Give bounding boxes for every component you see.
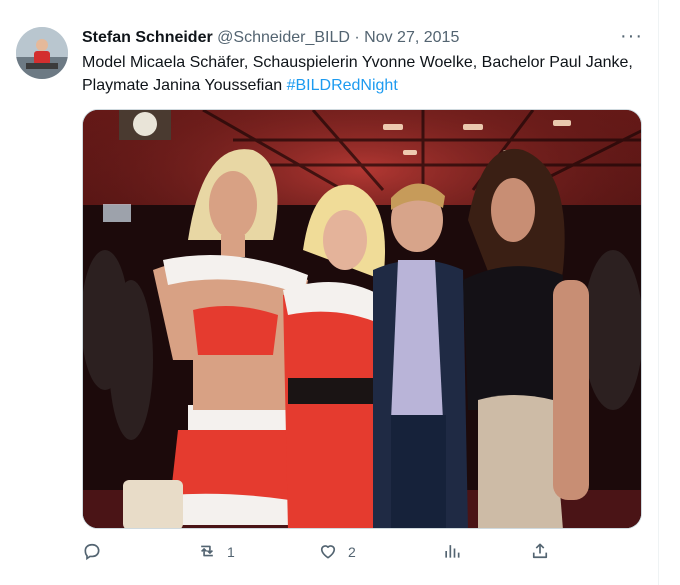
views-button[interactable]: [442, 540, 472, 564]
retweet-icon: [197, 541, 217, 564]
share-button[interactable]: [530, 540, 550, 564]
author-handle[interactable]: @Schneider_BILD: [217, 29, 350, 46]
avatar[interactable]: [16, 27, 68, 79]
like-count: 2: [348, 544, 356, 560]
reply-icon: [82, 541, 102, 564]
more-options-icon[interactable]: ···: [620, 26, 643, 46]
retweet-button[interactable]: 1: [197, 540, 235, 564]
timeline-border: [658, 0, 680, 585]
share-icon: [530, 541, 550, 564]
reply-button[interactable]: [82, 540, 112, 564]
retweet-count: 1: [227, 544, 235, 560]
tweet-photo[interactable]: [82, 109, 642, 529]
tweet-text: Model Micaela Schäfer, Schauspielerin Yv…: [82, 51, 642, 97]
author-name[interactable]: Stefan Schneider: [82, 29, 213, 46]
tweet[interactable]: Stefan Schneider @Schneider_BILD · Nov 2…: [0, 0, 658, 585]
tweet-actions: 1 2: [82, 540, 562, 564]
like-button[interactable]: 2: [318, 540, 356, 564]
separator-dot: ·: [354, 29, 360, 46]
views-icon: [442, 541, 462, 564]
heart-icon: [318, 541, 338, 564]
tweet-date[interactable]: Nov 27, 2015: [364, 29, 459, 46]
tweet-header: Stefan Schneider @Schneider_BILD · Nov 2…: [82, 28, 459, 48]
photo-scene: [83, 110, 641, 528]
hashtag-link[interactable]: #BILDRedNight: [287, 77, 398, 94]
